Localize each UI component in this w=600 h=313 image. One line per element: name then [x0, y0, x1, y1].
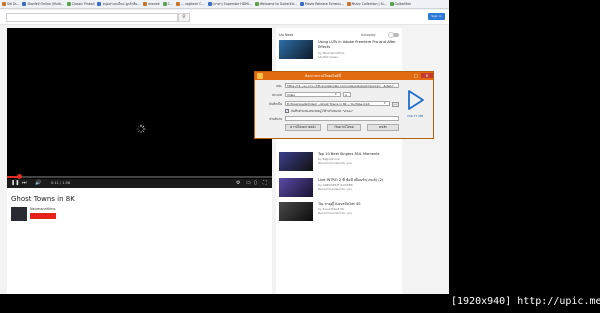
related-video-thumbnail[interactable] — [279, 152, 313, 171]
bookmark-label: --- logitech C... — [181, 2, 205, 6]
player-controls: ❚❚ ⏭ 🔊 0:11 / 1:58 ⚙ ▭ ▯ ⛶ — [7, 179, 272, 188]
bookmark-label: moviek — [148, 2, 160, 6]
bookmark-label: GuitarMan — [394, 2, 412, 6]
bookmark-item[interactable]: GuitarMan — [389, 2, 412, 6]
bookmark-label: Movie Release Schedu... — [304, 2, 344, 6]
bookmark-favicon-icon — [97, 2, 102, 6]
bookmark-favicon-icon — [389, 2, 394, 6]
bookmark-item[interactable]: C... — [162, 2, 174, 6]
close-button[interactable]: ✕ — [421, 73, 433, 78]
bookmark-item[interactable]: หนุ่มสาวคนใหม่ ลูกค้าสีย... — [97, 2, 140, 7]
related-video-meta: Recommended for you — [318, 161, 353, 165]
file-size: 159.77 MB — [406, 114, 424, 118]
channel-name[interactable]: Neumannfilms — [30, 207, 55, 211]
bookmark-item[interactable]: (ภาษา) Superstar HDMI... — [207, 1, 252, 7]
upic-watermark: [1920x940] http://upic.me/ — [451, 296, 600, 307]
maximize-button[interactable]: □ — [412, 73, 420, 78]
bookmark-favicon-icon — [143, 2, 148, 6]
search-icon[interactable]: ⚲ — [178, 13, 190, 22]
bookmark-item[interactable]: Classic Pinball — [66, 2, 95, 6]
bookmark-favicon-icon — [299, 2, 304, 6]
bookmark-favicon-icon — [207, 2, 212, 6]
bookmark-favicon-icon — [2, 2, 6, 6]
related-video-meta: Recommended for you — [318, 187, 353, 191]
category-selector[interactable]: A — [343, 92, 351, 97]
url-label: URL — [276, 84, 282, 88]
time-display: 0:11 / 1:58 — [51, 181, 71, 185]
bookmark-item[interactable]: Siti Di... — [2, 2, 19, 6]
video-player[interactable] — [7, 28, 272, 188]
bookmark-favicon-icon — [254, 2, 259, 6]
save-as-field[interactable]: D:\Downloads\Video\ --Ghost Towns in 8K … — [285, 101, 390, 106]
type-select[interactable]: Video — [285, 92, 341, 97]
description-label: คำอธิบาย — [269, 117, 282, 121]
loading-spinner-icon — [136, 124, 146, 134]
start-download-play-icon[interactable] — [404, 89, 426, 111]
bookmark-label: Stanfell Online (Multi... — [27, 2, 64, 6]
related-video-thumbnail[interactable] — [279, 40, 313, 59]
dialog-titlebar[interactable]: ต้องการดาวน์โหลดไฟล์นี้ □ ✕ — [255, 72, 433, 80]
download-later-button[interactable]: ดาวน์โหลดภายหลัง — [285, 124, 321, 131]
description-field[interactable] — [285, 116, 399, 121]
related-video-meta: 16,000 views — [318, 55, 338, 59]
sign-in-button[interactable]: Sign in — [428, 13, 445, 20]
bookmark-label: Classic Pinball — [71, 2, 95, 6]
bookmark-label: Music Collection | Si... — [351, 2, 387, 6]
save-as-label: บันทึกเป็น — [269, 102, 282, 106]
bookmark-label: (ภาษา) Superstar HDMI... — [212, 1, 252, 6]
up-next-heading: Up Next — [279, 33, 294, 37]
search-input[interactable] — [6, 13, 178, 22]
browse-button[interactable]: ... — [392, 102, 399, 107]
chevron-down-icon[interactable]: ▾ — [335, 92, 339, 96]
dialog-title: ต้องการดาวน์โหลดไฟล์นี้ — [305, 74, 341, 78]
channel-avatar[interactable] — [11, 207, 27, 221]
bookmark-favicon-icon — [176, 2, 181, 6]
autoplay-toggle-knob — [388, 32, 394, 38]
next-icon[interactable]: ⏭ — [22, 180, 27, 187]
related-video-meta: Recommended for you — [318, 211, 353, 215]
bookmark-item[interactable]: Stanfell Online (Multi... — [22, 2, 64, 6]
theater-mode-icon[interactable]: ▭ — [246, 180, 251, 187]
bookmark-favicon-icon — [22, 2, 27, 6]
bookmarks-bar: Siti Di... Stanfell Online (Multi... Class… — [0, 0, 449, 9]
autoplay-label: Autoplay — [361, 33, 376, 37]
bookmark-item[interactable]: Welcome to GuitarKit... — [254, 2, 297, 6]
subscribe-button[interactable] — [30, 213, 56, 219]
bookmark-item[interactable]: Music Collection | Si... — [346, 2, 387, 6]
url-field[interactable]: https://r4---sn-ncx-c33t.googlevideo.com… — [285, 83, 399, 88]
progress-bar[interactable] — [7, 176, 272, 178]
settings-gear-icon[interactable]: ⚙ — [236, 180, 240, 187]
bookmark-favicon-icon — [346, 2, 351, 6]
volume-icon[interactable]: 🔊 — [35, 180, 41, 187]
progress-fill — [7, 176, 18, 178]
remember-path-label: บันทึกตำแหน่งหมวดหมู่ไว้สำหรับหมวด "Vide… — [291, 109, 354, 113]
remember-path-checkbox[interactable]: ✓ — [285, 109, 289, 113]
bookmark-label: C... — [167, 2, 174, 6]
bookmark-label: Siti Di... — [7, 2, 20, 6]
video-info-panel — [7, 188, 272, 294]
bookmark-item[interactable]: Movie Release Schedu... — [299, 2, 344, 6]
bookmark-item[interactable]: moviek — [143, 2, 160, 6]
start-download-button[interactable]: เริ่มดาวน์โหลด — [327, 124, 361, 131]
related-video-thumbnail[interactable] — [279, 178, 313, 197]
bookmark-favicon-icon — [66, 2, 71, 6]
related-video-thumbnail[interactable] — [279, 202, 313, 221]
related-video-title[interactable]: Using LUTs in Adobe Premiere Pro and Aft… — [318, 40, 402, 50]
download-manager-icon — [257, 73, 263, 79]
desktop-screen: Siti Di... Stanfell Online (Multi... Class… — [0, 0, 449, 294]
cast-icon[interactable]: ▯ — [254, 180, 257, 187]
bookmark-label: หนุ่มสาวคนใหม่ ลูกค้าสีย... — [102, 1, 141, 6]
bookmark-label: Welcome to GuitarKit... — [259, 2, 297, 6]
fullscreen-icon[interactable]: ⛶ — [263, 180, 267, 187]
youtube-header: ⚲ Sign in — [0, 10, 449, 25]
bookmark-item[interactable]: --- logitech C... — [176, 2, 205, 6]
bookmark-favicon-icon — [162, 2, 167, 6]
cancel-button[interactable]: ยกเลิก — [367, 124, 399, 131]
chevron-down-icon[interactable]: ▾ — [384, 101, 388, 105]
pause-icon[interactable]: ❚❚ — [11, 180, 19, 187]
video-title: Ghost Towns in 8K — [11, 195, 75, 203]
type-label: ประเภท — [271, 93, 282, 97]
